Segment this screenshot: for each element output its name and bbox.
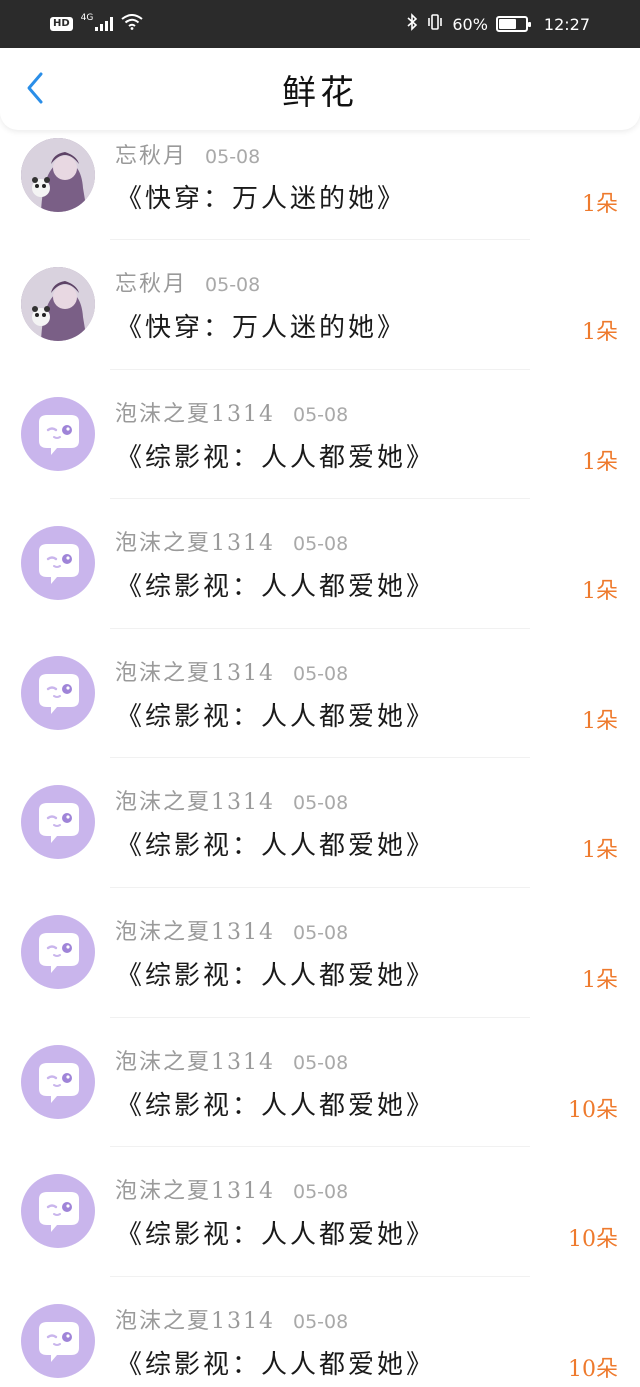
flower-count: 1朵 [582,967,618,993]
list-item[interactable]: 泡沫之夏1314 05-08 《综影视：人人都爱她》 1朵 [0,370,640,500]
item-meta: 泡沫之夏1314 05-08 [115,655,348,687]
flower-count: 10朵 [568,1227,618,1253]
timestamp: 05-08 [293,1181,349,1204]
avatar[interactable] [21,267,95,341]
item-meta: 忘秋月 05-08 [115,138,260,170]
flower-count: 10朵 [568,1356,618,1382]
timestamp: 05-08 [205,274,261,296]
book-title[interactable]: 《快穿：万人迷的她》 [116,178,406,215]
chat-bot-avatar-icon[interactable] [21,785,95,860]
book-title[interactable]: 《综影视：人人都爱她》 [116,825,435,862]
timestamp: 05-08 [293,1051,349,1074]
list-item[interactable]: 忘秋月 05-08 《快穿：万人迷的她》 1朵 [0,130,640,240]
status-right: 60% 12:27 [406,13,590,35]
list-item[interactable]: 泡沫之夏1314 05-08 《综影视：人人都爱她》 10朵 [0,1018,640,1148]
user-name[interactable]: 泡沫之夏1314 [115,784,275,816]
list-item[interactable]: 泡沫之夏1314 05-08 《综影视：人人都爱她》 1朵 [0,499,640,629]
chat-bot-avatar-icon[interactable] [21,526,95,601]
book-title[interactable]: 《综影视：人人都爱她》 [116,1344,435,1381]
chat-bot-avatar-icon[interactable] [21,396,95,471]
user-name[interactable]: 泡沫之夏1314 [115,1173,275,1205]
item-meta: 泡沫之夏1314 05-08 [115,914,348,946]
clock: 12:27 [543,14,590,34]
wifi-icon [121,14,143,34]
nav-bar: 鲜花 [0,48,640,130]
network-type: 4G [80,13,94,23]
book-title[interactable]: 《综影视：人人都爱她》 [116,566,435,603]
status-left: HD 4G [50,13,143,34]
chat-bot-avatar-icon[interactable] [21,655,95,730]
book-title[interactable]: 《快穿：万人迷的她》 [116,307,406,344]
item-meta: 泡沫之夏1314 05-08 [115,396,348,428]
user-name[interactable]: 泡沫之夏1314 [115,525,275,557]
page-title: 鲜花 [282,72,358,113]
user-name[interactable]: 泡沫之夏1314 [115,1303,275,1335]
user-name[interactable]: 泡沫之夏1314 [115,655,275,687]
user-name[interactable]: 忘秋月 [115,138,187,170]
list-item[interactable]: 泡沫之夏1314 05-08 《综影视：人人都爱她》 1朵 [0,629,640,759]
flower-count: 1朵 [582,449,618,475]
book-title[interactable]: 《综影视：人人都爱她》 [116,1085,435,1122]
battery-percent: 60% [452,14,488,34]
list-item[interactable]: 忘秋月 05-08 《快穿：万人迷的她》 1朵 [0,240,640,370]
timestamp: 05-08 [205,146,261,168]
item-meta: 泡沫之夏1314 05-08 [115,784,348,816]
timestamp: 05-08 [293,921,349,944]
flower-count: 1朵 [582,579,618,605]
list-item[interactable]: 泡沫之夏1314 05-08 《综影视：人人都爱她》 1朵 [0,758,640,888]
user-name[interactable]: 泡沫之夏1314 [115,914,275,946]
user-name[interactable]: 泡沫之夏1314 [115,1044,275,1076]
item-meta: 泡沫之夏1314 05-08 [115,1173,348,1205]
chevron-left-icon [25,71,45,109]
list-item[interactable]: 泡沫之夏1314 05-08 《综影视：人人都爱她》 10朵 [0,1147,640,1277]
flower-count: 1朵 [582,708,618,734]
vibrate-icon [426,13,444,35]
timestamp: 05-08 [293,533,349,556]
timestamp: 05-08 [293,1310,349,1333]
chat-bot-avatar-icon[interactable] [21,1044,95,1119]
back-button[interactable] [20,72,50,108]
item-meta: 忘秋月 05-08 [115,266,260,298]
timestamp: 05-08 [293,403,349,426]
flower-count: 1朵 [582,838,618,864]
item-meta: 泡沫之夏1314 05-08 [115,1303,348,1335]
book-title[interactable]: 《综影视：人人都爱她》 [116,1214,435,1251]
battery-icon [495,16,531,32]
avatar[interactable] [21,138,95,212]
book-title[interactable]: 《综影视：人人都爱她》 [116,696,435,733]
item-meta: 泡沫之夏1314 05-08 [115,525,348,557]
list-item[interactable]: 泡沫之夏1314 05-08 《综影视：人人都爱她》 1朵 [0,888,640,1018]
timestamp: 05-08 [293,662,349,685]
book-title[interactable]: 《综影视：人人都爱她》 [116,437,435,474]
chat-bot-avatar-icon[interactable] [21,1174,95,1249]
item-meta: 泡沫之夏1314 05-08 [115,1044,348,1076]
user-name[interactable]: 忘秋月 [115,266,187,298]
flower-count: 1朵 [582,192,618,217]
chat-bot-avatar-icon[interactable] [21,914,95,989]
bluetooth-icon [406,13,418,35]
signal-icon [95,17,114,31]
gift-record-list: 忘秋月 05-08 《快穿：万人迷的她》 1朵 忘秋月 05-08 《快穿：万人迷的她》 1朵… [0,130,640,1387]
hd-badge: HD [50,17,73,31]
list-item[interactable]: 泡沫之夏1314 05-08 《综影视：人人都爱她》 10朵 [0,1277,640,1387]
user-name[interactable]: 泡沫之夏1314 [115,396,275,428]
chat-bot-avatar-icon[interactable] [21,1303,95,1378]
status-bar: HD 4G 60% 12:27 [0,0,640,48]
book-title[interactable]: 《综影视：人人都爱她》 [116,955,435,992]
flower-count: 1朵 [582,320,618,345]
flower-count: 10朵 [568,1097,618,1123]
timestamp: 05-08 [293,792,349,815]
battery-level-fill [498,19,516,29]
